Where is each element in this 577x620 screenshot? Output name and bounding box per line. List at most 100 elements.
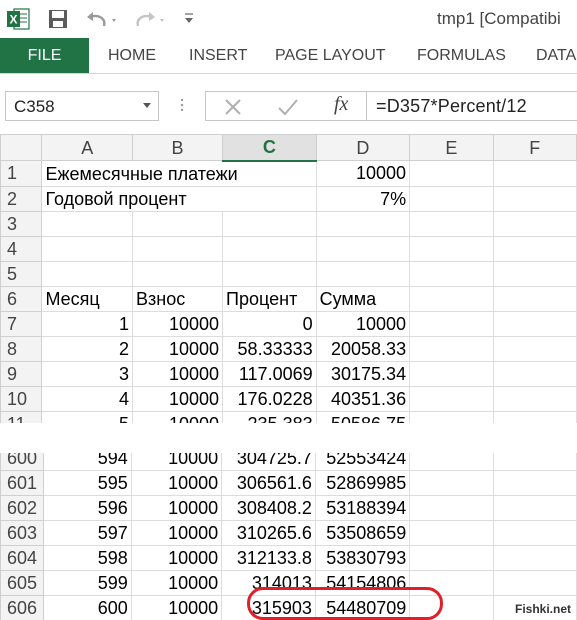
cell-a[interactable]: 3 [41,360,134,387]
cell-b[interactable]: 10000 [130,453,223,471]
cell-b[interactable]: 10000 [132,310,224,337]
row-header[interactable]: 7 [0,310,43,337]
cell-d[interactable]: 54154806 [314,570,411,596]
cell-d[interactable]: 10000 [315,310,411,337]
cell-a[interactable]: 595 [43,470,132,496]
tab-data[interactable]: DATA [536,38,576,73]
cell-a[interactable]: Годовой процент [41,185,317,212]
cell-a[interactable]: 1 [41,310,134,337]
cell-d[interactable]: 53830793 [314,545,411,571]
cell-d[interactable]: 52553424 [314,453,411,471]
cell-e[interactable] [409,310,494,337]
cell-d[interactable] [315,210,411,237]
cell-c[interactable]: 176.0228 [222,385,317,412]
cell-a[interactable]: 2 [41,335,134,362]
cell-b[interactable]: 10000 [130,595,223,620]
tab-page-layout[interactable]: PAGE LAYOUT [275,38,386,73]
column-header-c[interactable]: C [222,134,317,162]
cell-c[interactable]: 312133.8 [221,545,316,571]
row-header[interactable]: 604 [0,545,45,571]
tab-file[interactable]: FILE [0,38,89,73]
cell-f[interactable] [492,470,577,496]
cell-c[interactable]: 117.0069 [222,360,317,387]
cell-e[interactable] [409,470,494,496]
cell-e[interactable] [409,595,494,620]
select-all-corner[interactable] [0,134,43,161]
cell-d[interactable]: 30175.34 [315,360,411,387]
formula-input[interactable]: =D357*Percent/12 [376,96,527,117]
cell-a[interactable] [41,210,134,237]
cell-f[interactable] [492,570,577,596]
chevron-down-icon[interactable] [143,103,151,108]
column-header-a[interactable]: A [41,134,134,161]
cell-a[interactable] [41,260,134,287]
cell-e[interactable] [409,285,494,312]
column-header-f[interactable]: F [492,134,577,161]
column-header-d[interactable]: D [315,134,411,161]
enter-check-icon[interactable] [276,97,300,117]
cell-c[interactable]: 314013 [221,570,316,596]
row-header[interactable]: 2 [0,185,43,212]
cell-a[interactable]: 598 [43,545,132,571]
cell-d[interactable]: 54480709 [314,595,411,620]
cancel-icon[interactable] [222,97,244,117]
cell-f[interactable] [492,495,577,521]
cell-f[interactable] [492,310,577,337]
cell-f[interactable] [492,285,577,312]
cell-b[interactable]: Взнос [132,285,224,312]
row-header[interactable]: 3 [0,210,43,237]
row-header[interactable]: 5 [0,260,43,287]
cell-f[interactable] [492,185,577,212]
cell-d[interactable]: 40351.36 [315,385,411,412]
cell-d[interactable]: Сумма [315,285,411,312]
cell-b[interactable]: 10000 [130,545,223,571]
cell-e[interactable] [409,385,494,412]
cell-f[interactable] [492,520,577,546]
cell-e[interactable] [409,545,494,571]
cell-f[interactable] [492,235,577,262]
cell-d[interactable]: 20058.33 [315,335,411,362]
cell-e[interactable] [409,570,494,596]
cell-b[interactable]: 10000 [130,570,223,596]
cell-f[interactable] [492,260,577,287]
column-header-e[interactable]: E [409,134,494,161]
cell-e[interactable] [409,235,494,262]
row-header[interactable]: 601 [0,470,45,496]
row-header[interactable]: 605 [0,570,45,596]
cell-c[interactable]: 58.33333 [222,335,317,362]
insert-function-icon[interactable]: fx [334,93,348,116]
cell-a[interactable]: Месяц [41,285,134,312]
cell-f[interactable] [492,453,577,471]
cell-d[interactable]: 10000 [315,160,411,187]
cell-a[interactable]: Ежемесячные платежи [41,160,317,187]
cell-b[interactable]: 10000 [130,470,223,496]
cell-d[interactable] [315,260,411,287]
cell-b[interactable]: 10000 [130,520,223,546]
column-header-b[interactable]: B [132,134,224,161]
redo-icon[interactable] [132,8,168,30]
cell-c[interactable]: 315903 [221,595,316,620]
cell-d[interactable] [315,235,411,262]
cell-e[interactable] [409,335,494,362]
row-header[interactable]: 1 [0,160,43,187]
cell-c[interactable]: 308408.2 [221,495,316,521]
cell-f[interactable] [492,360,577,387]
cell-a[interactable] [41,235,134,262]
cell-f[interactable] [492,545,577,571]
cell-a[interactable]: 600 [43,595,132,620]
cell-f[interactable] [492,160,577,187]
row-header[interactable]: 6 [0,285,43,312]
cell-e[interactable] [409,520,494,546]
cell-e[interactable] [409,260,494,287]
cell-b[interactable]: 10000 [132,385,224,412]
cell-c[interactable]: 310265.6 [221,520,316,546]
cell-e[interactable] [409,160,494,187]
name-box[interactable]: C358 [5,91,159,121]
cell-b[interactable]: 10000 [132,335,224,362]
cell-b[interactable]: 10000 [132,360,224,387]
cell-f[interactable] [492,385,577,412]
cell-a[interactable]: 597 [43,520,132,546]
cell-b[interactable] [132,210,224,237]
cell-a[interactable]: 4 [41,385,134,412]
save-icon[interactable] [47,8,69,30]
